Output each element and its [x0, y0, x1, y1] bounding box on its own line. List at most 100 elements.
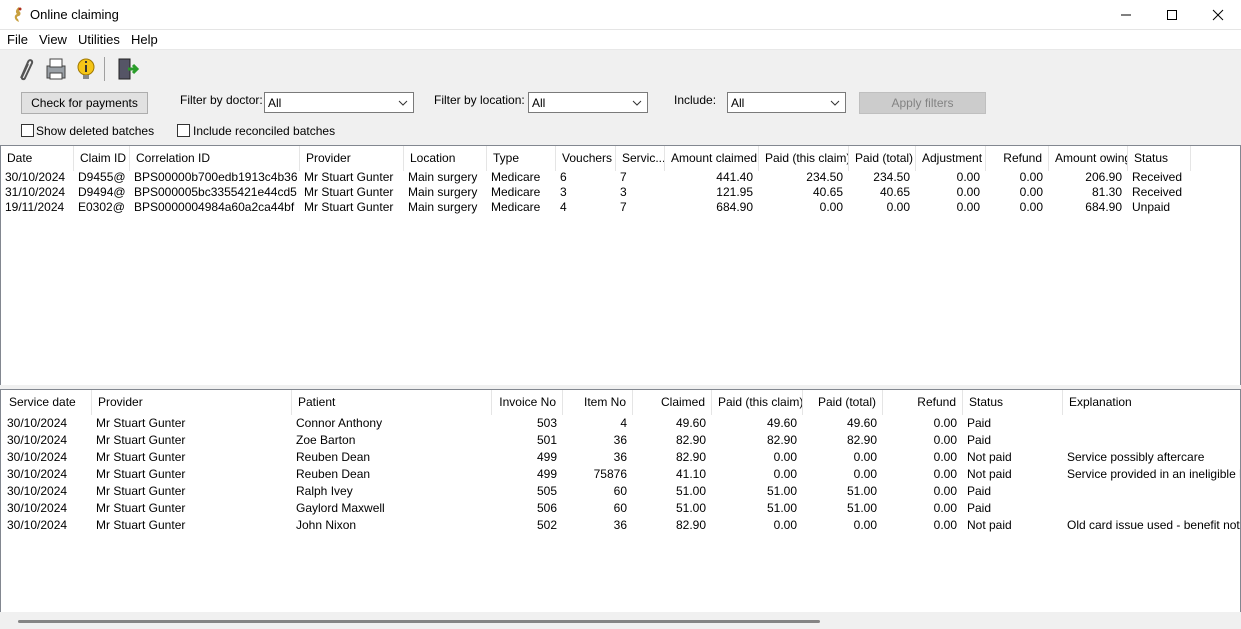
scrollbar-thumb[interactable] [18, 620, 820, 623]
column-header[interactable]: Explanation [1063, 390, 1240, 415]
table-cell: 0.00 [933, 484, 957, 498]
column-header[interactable]: Invoice No [492, 390, 563, 415]
toolbar-separator [104, 57, 105, 81]
column-header[interactable]: Location [404, 146, 487, 171]
table-cell: 0.00 [933, 467, 957, 481]
table-row[interactable]: 30/10/2024 Mr Stuart Gunter Zoe Barton 501 3… [1, 433, 1240, 450]
services-grid[interactable]: Service date Provider Patient Invoice No Ite… [0, 389, 1241, 613]
maximize-button[interactable] [1149, 0, 1195, 30]
show-deleted-checkbox[interactable] [21, 124, 34, 137]
table-cell: Paid [967, 501, 992, 515]
table-row[interactable]: 30/10/2024 Mr Stuart Gunter Reuben Dean 499… [1, 467, 1240, 484]
column-header[interactable]: Patient [292, 390, 492, 415]
table-row[interactable]: 19/11/2024 E0302@ BPS0000004984a60a2ca44bf… [1, 200, 1240, 215]
info-bulb-icon[interactable] [73, 56, 99, 82]
column-header[interactable]: Service date [3, 390, 92, 415]
table-cell: 0.00 [819, 200, 843, 214]
column-header[interactable]: Date [1, 146, 74, 171]
table-cell: 684.90 [716, 200, 753, 214]
column-header[interactable]: Vouchers [556, 146, 616, 171]
table-cell: Medicare [491, 185, 541, 199]
column-header[interactable]: Refund [986, 146, 1049, 171]
table-row[interactable]: 30/10/2024 Mr Stuart Gunter Connor Anthony… [1, 416, 1240, 433]
include-label: Include: [674, 93, 717, 107]
table-cell: 0.00 [933, 450, 957, 464]
minimize-button[interactable] [1103, 0, 1149, 30]
filter-location-select[interactable]: All [528, 92, 648, 113]
table-cell: 60 [613, 484, 627, 498]
table-cell: 40.65 [879, 185, 910, 199]
paperclip-icon[interactable] [12, 56, 38, 82]
table-cell: Mr Stuart Gunter [96, 501, 186, 515]
table-cell: 51.00 [846, 501, 877, 515]
table-cell: 0.00 [1019, 185, 1043, 199]
batches-grid[interactable]: Date Claim ID Correlation ID Provider Locati… [0, 145, 1241, 386]
column-header[interactable]: Provider [92, 390, 292, 415]
table-cell: 234.50 [806, 170, 843, 184]
table-row[interactable]: 30/10/2024 Mr Stuart Gunter John Nixon 502 3… [1, 518, 1240, 535]
table-cell: Mr Stuart Gunter [96, 433, 186, 447]
column-header[interactable]: Amount claimed [665, 146, 759, 171]
table-cell: 51.00 [675, 501, 706, 515]
column-header[interactable]: Claim ID [74, 146, 130, 171]
table-cell: Not paid [967, 450, 1012, 464]
column-header[interactable]: Paid (this claim) [712, 390, 803, 415]
table-cell: 82.90 [675, 433, 706, 447]
column-header[interactable]: Paid (total) [803, 390, 883, 415]
table-cell: 3 [620, 185, 627, 199]
menu-utilities[interactable]: Utilities [78, 32, 120, 47]
column-header[interactable]: Claimed [633, 390, 712, 415]
column-header[interactable]: Type [487, 146, 556, 171]
horizontal-scrollbar[interactable] [0, 612, 1241, 629]
table-cell: 0.00 [956, 170, 980, 184]
column-header[interactable]: Amount owing [1049, 146, 1128, 171]
table-cell: 82.90 [675, 450, 706, 464]
column-header[interactable]: Status [963, 390, 1063, 415]
menu-bar: File View Utilities Help [0, 30, 1241, 50]
table-cell: 0.00 [933, 518, 957, 532]
menu-help[interactable]: Help [131, 32, 158, 47]
menu-view[interactable]: View [39, 32, 67, 47]
printer-icon[interactable] [43, 56, 69, 82]
table-cell: 30/10/2024 [7, 433, 68, 447]
column-header[interactable]: Servic... [616, 146, 665, 171]
table-row[interactable]: 30/10/2024 D9455@ BPS00000b700edb1913c4b36… [1, 170, 1240, 185]
check-for-payments-button[interactable]: Check for payments [21, 92, 148, 114]
table-cell: Mr Stuart Gunter [96, 416, 186, 430]
table-cell: BPS000005bc3355421e44cd5 [134, 185, 297, 199]
column-header[interactable]: Correlation ID [130, 146, 300, 171]
menu-file[interactable]: File [7, 32, 28, 47]
table-cell: 7 [620, 200, 627, 214]
table-cell: Received [1132, 185, 1183, 199]
chevron-down-icon [398, 100, 408, 106]
include-select[interactable]: All [727, 92, 846, 113]
table-cell: 31/10/2024 [5, 185, 66, 199]
column-header[interactable]: Adjustment [916, 146, 986, 171]
column-header[interactable]: Item No [563, 390, 633, 415]
column-header[interactable]: Status [1128, 146, 1191, 171]
table-cell: 51.00 [675, 484, 706, 498]
exit-door-icon[interactable] [114, 56, 140, 82]
table-row[interactable]: 30/10/2024 Mr Stuart Gunter Gaylord Maxwel… [1, 501, 1240, 518]
filter-location-value: All [532, 96, 546, 110]
column-header[interactable]: Paid (total) [849, 146, 916, 171]
table-cell: 49.60 [766, 416, 797, 430]
table-cell: 0.00 [853, 518, 877, 532]
table-cell: Unpaid [1132, 200, 1171, 214]
table-cell: 30/10/2024 [7, 484, 68, 498]
column-header[interactable]: Paid (this claim) [759, 146, 849, 171]
close-button[interactable] [1195, 0, 1241, 30]
filter-doctor-select[interactable]: All [264, 92, 414, 113]
table-row[interactable]: 30/10/2024 Mr Stuart Gunter Reuben Dean 499… [1, 450, 1240, 467]
include-reconciled-checkbox[interactable] [177, 124, 190, 137]
table-row[interactable]: 31/10/2024 D9494@ BPS000005bc3355421e44cd5… [1, 185, 1240, 200]
table-cell: 81.30 [1091, 185, 1122, 199]
table-cell: Main surgery [408, 200, 478, 214]
column-header[interactable]: Provider [300, 146, 404, 171]
table-cell: Not paid [967, 518, 1012, 532]
table-row[interactable]: 30/10/2024 Mr Stuart Gunter Ralph Ivey 505 6… [1, 484, 1240, 501]
table-cell: 499 [536, 450, 557, 464]
include-reconciled-label: Include reconciled batches [193, 124, 336, 138]
apply-filters-button[interactable]: Apply filters [859, 92, 986, 114]
column-header[interactable]: Refund [883, 390, 963, 415]
